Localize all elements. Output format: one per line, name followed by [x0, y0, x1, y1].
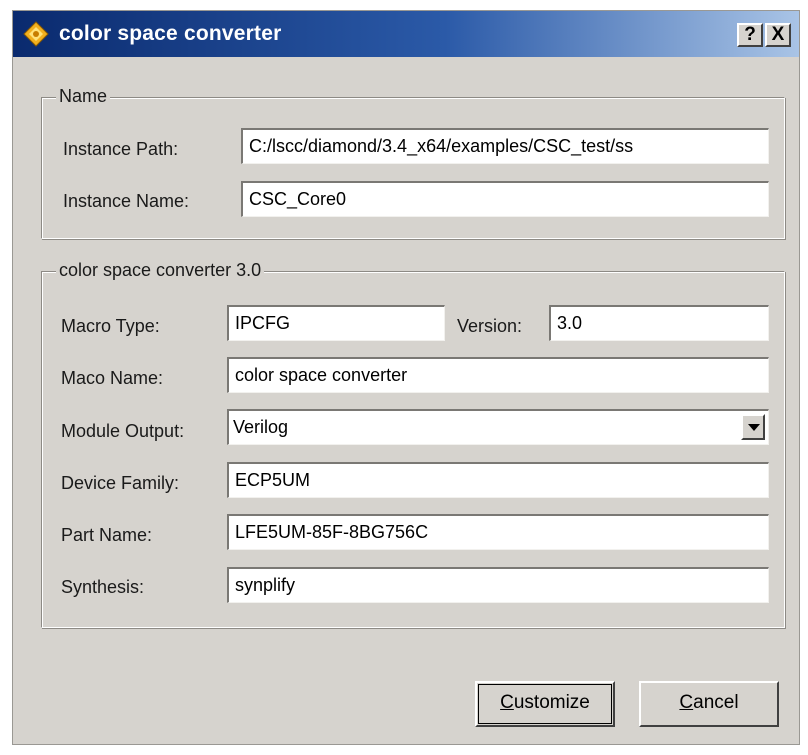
macro-type-label: Macro Type:	[61, 316, 160, 336]
module-output-label: Module Output:	[61, 421, 185, 441]
close-button[interactable]: X	[765, 23, 791, 47]
window-title: color space converter	[59, 22, 282, 45]
module-output-select[interactable]: Verilog	[227, 409, 769, 445]
help-button[interactable]: ?	[737, 23, 763, 47]
version-label: Version:	[457, 316, 523, 336]
dialog-window: color space converter ? X Name Instance …	[12, 10, 800, 745]
module-output-value: Verilog	[233, 417, 289, 437]
version-input[interactable]: 3.0	[549, 305, 769, 341]
synthesis-input[interactable]: synplify	[227, 567, 769, 603]
name-group: Name	[41, 86, 785, 239]
instance-path-label: Instance Path:	[63, 139, 179, 159]
chevron-down-icon[interactable]	[741, 414, 765, 440]
title-bar[interactable]: color space converter ? X	[13, 11, 799, 57]
instance-name-label: Instance Name:	[63, 191, 190, 211]
maco-name-label: Maco Name:	[61, 368, 164, 388]
customize-mnemonic: C	[500, 692, 514, 713]
part-name-label: Part Name:	[61, 525, 153, 545]
name-group-legend: Name	[56, 86, 111, 107]
diamond-icon	[23, 21, 49, 47]
cancel-label: ancel	[693, 692, 739, 713]
synthesis-label: Synthesis:	[61, 577, 145, 597]
part-name-input[interactable]: LFE5UM-85F-8BG756C	[227, 514, 769, 550]
customize-button[interactable]: Customize	[475, 681, 615, 727]
macro-type-input[interactable]: IPCFG	[227, 305, 445, 341]
customize-label: ustomize	[513, 692, 590, 713]
instance-path-input[interactable]: C:/lscc/diamond/3.4_x64/examples/CSC_tes…	[241, 128, 769, 164]
csc-group-legend: color space converter 3.0	[56, 260, 265, 281]
instance-name-input[interactable]: CSC_Core0	[241, 181, 769, 217]
device-family-label: Device Family:	[61, 473, 180, 493]
cancel-mnemonic: C	[679, 692, 694, 713]
device-family-input[interactable]: ECP5UM	[227, 462, 769, 498]
cancel-button[interactable]: Cancel	[639, 681, 779, 727]
maco-name-input[interactable]: color space converter	[227, 357, 769, 393]
